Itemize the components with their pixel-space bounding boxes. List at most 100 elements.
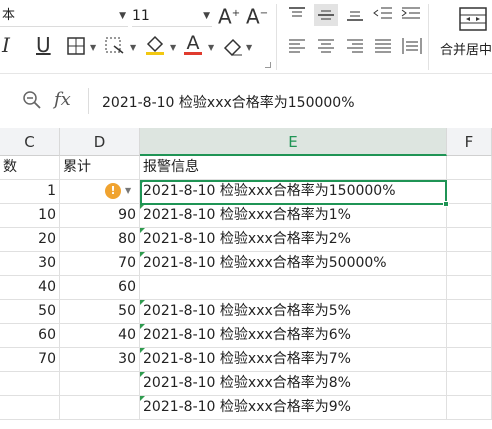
cell-c-row-9[interactable] [0, 372, 60, 396]
underline-button[interactable]: U [36, 35, 51, 55]
function-icon[interactable]: fx [54, 89, 71, 110]
cell-d-row-5[interactable]: 60 [60, 276, 140, 300]
cell-f-row-2[interactable] [447, 204, 492, 228]
cell-f-row-4[interactable] [447, 252, 492, 276]
cell-c-row-0[interactable]: 数 [0, 156, 60, 180]
column-header-f[interactable]: F [447, 128, 492, 156]
align-top-button[interactable] [288, 6, 306, 22]
eraser-icon [223, 38, 242, 56]
cell-e-row-0[interactable]: 报警信息 [140, 156, 447, 180]
cell-f-row-6[interactable] [447, 300, 492, 324]
cell-e-row-3[interactable]: 2021-8-10 检验xxx合格率为2% [140, 228, 447, 252]
align-center-icon [318, 39, 334, 53]
cell-d-row-6[interactable]: 50 [60, 300, 140, 324]
cell-d-row-9[interactable] [60, 372, 140, 396]
cell-d-row-0[interactable]: 累计 [60, 156, 140, 180]
zoom-icon[interactable] [22, 90, 42, 114]
merge-cells-icon [459, 7, 487, 31]
group-divider [428, 4, 429, 70]
cell-d-row-10[interactable] [60, 396, 140, 420]
chevron-down-icon[interactable]: ▼ [208, 43, 214, 52]
cell-c-row-1[interactable]: 1 [0, 180, 60, 204]
decrease-indent-button[interactable] [373, 6, 393, 22]
shrink-font-button[interactable]: A− [246, 4, 268, 27]
cell-e-row-4[interactable]: 2021-8-10 检验xxx合格率为50000% [140, 252, 447, 276]
align-middle-button[interactable] [314, 4, 338, 26]
align-left-button[interactable] [288, 38, 306, 54]
cell-d-row-2[interactable]: 90 [60, 204, 140, 228]
error-indicator-icon [140, 396, 145, 401]
justify-button[interactable] [374, 38, 392, 54]
warning-icon[interactable]: ! [105, 183, 121, 199]
chevron-down-icon[interactable]: ▼ [130, 43, 136, 52]
spreadsheet-grid[interactable]: C D E F 数累计 报警信息 1 2021-8-10 检验xxx合格率为15000… [0, 128, 492, 429]
font-size-select[interactable]: 11 ▼ [132, 5, 212, 27]
formula-bar: fx 2021-8-10 检验xxx合格率为150000% [0, 74, 492, 128]
fill-handle[interactable] [443, 201, 449, 207]
align-right-icon [347, 39, 363, 53]
cell-d-row-4[interactable]: 70 [60, 252, 140, 276]
distributed-align-button[interactable] [402, 36, 422, 56]
error-indicator-icon [140, 372, 145, 377]
font-dialog-launcher[interactable] [265, 62, 271, 68]
cell-e-row-9[interactable]: 2021-8-10 检验xxx合格率为8% [140, 372, 447, 396]
format-cells-icon [105, 37, 124, 54]
font-name-value: 本 [2, 8, 16, 23]
column-header-d[interactable]: D [60, 128, 140, 156]
cell-d-row-7[interactable]: 40 [60, 324, 140, 348]
cell-f-row-7[interactable] [447, 324, 492, 348]
formula-input[interactable]: 2021-8-10 检验xxx合格率为150000% [102, 92, 355, 112]
italic-button[interactable]: I [2, 35, 10, 55]
borders-button[interactable] [66, 36, 86, 56]
error-indicator-icon [140, 348, 145, 353]
align-bottom-button[interactable] [346, 6, 364, 22]
cell-c-row-8[interactable]: 70 [0, 348, 60, 372]
cell-f-row-5[interactable] [447, 276, 492, 300]
cell-d-row-3[interactable]: 80 [60, 228, 140, 252]
cell-c-row-6[interactable]: 50 [0, 300, 60, 324]
chevron-down-icon[interactable]: ▼ [246, 43, 252, 52]
merge-center-button[interactable] [458, 6, 488, 32]
grow-font-button[interactable]: A+ [218, 4, 240, 27]
cell-c-row-5[interactable]: 40 [0, 276, 60, 300]
increase-indent-button[interactable] [401, 6, 421, 22]
cell-c-row-7[interactable]: 60 [0, 324, 60, 348]
cell-f-row-9[interactable] [447, 372, 492, 396]
chevron-down-icon[interactable]: ▼ [125, 186, 131, 195]
cell-f-row-10[interactable] [447, 396, 492, 420]
cell-c-row-2[interactable]: 10 [0, 204, 60, 228]
column-header-c[interactable]: C [0, 128, 60, 156]
cell-e-row-5[interactable] [140, 276, 447, 300]
outdent-icon [373, 7, 392, 19]
cell-f-row-3[interactable] [447, 228, 492, 252]
chevron-down-icon[interactable]: ▼ [170, 43, 176, 52]
cell-e-row-2[interactable]: 2021-8-10 检验xxx合格率为1% [140, 204, 447, 228]
align-right-button[interactable] [346, 38, 364, 54]
cell-e-row-7[interactable]: 2021-8-10 检验xxx合格率为6% [140, 324, 447, 348]
cell-f-row-1[interactable] [447, 180, 492, 204]
grow-font-glyph: A [218, 4, 232, 29]
chevron-down-icon[interactable]: ▼ [90, 43, 96, 52]
fill-color-button[interactable] [144, 34, 166, 56]
cell-e-row-10[interactable]: 2021-8-10 检验xxx合格率为9% [140, 396, 447, 420]
cell-e-row-6[interactable]: 2021-8-10 检验xxx合格率为5% [140, 300, 447, 324]
cell-f-row-8[interactable] [447, 348, 492, 372]
clear-format-button[interactable] [222, 36, 244, 56]
align-top-icon [289, 7, 305, 17]
justify-icon [375, 39, 391, 53]
chevron-down-icon: ▼ [203, 11, 210, 21]
cell-c-row-3[interactable]: 20 [0, 228, 60, 252]
cell-c-row-4[interactable]: 30 [0, 252, 60, 276]
column-header-e[interactable]: E [140, 128, 447, 156]
cell-style-button[interactable] [104, 36, 126, 56]
font-color-button[interactable]: A [184, 33, 202, 55]
cell-f-row-0[interactable] [447, 156, 492, 180]
cell-d-row-8[interactable]: 30 [60, 348, 140, 372]
align-bottom-icon [347, 11, 363, 21]
align-left-icon [289, 39, 305, 53]
fill-bucket-icon [146, 35, 164, 55]
font-name-select[interactable]: 本 ▼ [0, 5, 128, 27]
cell-c-row-10[interactable] [0, 396, 60, 420]
align-center-button[interactable] [317, 38, 335, 54]
cell-e-row-8[interactable]: 2021-8-10 检验xxx合格率为7% [140, 348, 447, 372]
